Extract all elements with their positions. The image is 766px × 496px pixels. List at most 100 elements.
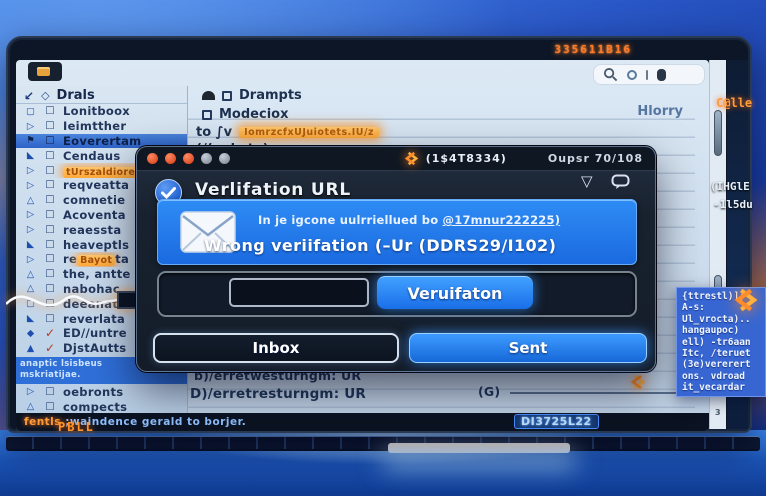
sidebar-item-label: Cendaus (63, 149, 121, 163)
window-control-button[interactable] (219, 153, 230, 164)
sidebar-item-label: compects (63, 400, 127, 414)
drafts-label: Drampts (239, 88, 302, 103)
sidebar-item-label: heaveptls (63, 238, 129, 252)
contact-icon (202, 91, 215, 100)
sidebar-item-checkbox-icon[interactable]: ☐ (44, 165, 56, 177)
g-label: (G) (478, 384, 500, 399)
sidebar-item-checkbox-icon[interactable]: ☐ (44, 401, 56, 413)
sidebar-item-type-icon: ▷ (24, 386, 37, 397)
knot-logo-icon (630, 374, 646, 390)
list-row-to[interactable]: to ∫v IomrzcfxUJuiotets.IU/z (196, 125, 379, 140)
sent-button[interactable]: Sent (409, 333, 647, 363)
sidebar-item-type-icon: ▲ (24, 343, 37, 354)
dialog-titlebar: (1$4T8334) Oupsr 70/108 (137, 147, 655, 171)
window-control-button[interactable] (201, 153, 212, 164)
sidebar-item-label: oebronts (63, 385, 123, 399)
sidebar-item-list-bottom: ▷ ☐ oebronts △ ☐ compects (16, 385, 187, 415)
sidebar-item-type-icon: ◣ (24, 239, 37, 250)
sidebar-item-type-icon: ▷ (24, 180, 37, 191)
sidebar-item-type-icon: ▷ (24, 209, 37, 220)
code-line: (3e)vererert (682, 359, 760, 370)
sidebar-item-checkbox-icon[interactable]: ☐ (44, 224, 56, 236)
list-row-drafts[interactable]: Drampts (202, 88, 302, 103)
code-line: hangaupoc) (682, 325, 760, 336)
message-panel: In je igcone uulrriellued bo @17mnur2222… (157, 199, 637, 265)
address-underlined: @17mnur222225) (443, 213, 561, 227)
sidebar-item-label: comnetie (63, 193, 125, 207)
sidebar-item-checkbox-icon[interactable]: ☐ (44, 135, 56, 147)
code-line: it_vecardar (682, 382, 760, 393)
sidebar-item-checkbox-icon[interactable]: ☐ (44, 150, 56, 162)
sidebar-item-checkbox-icon[interactable]: ☐ (44, 253, 56, 265)
sidebar-item-checkbox-icon[interactable]: ☐ (44, 239, 56, 251)
right-code-white1: (IHGlE (710, 180, 750, 193)
sidebar-item-checkbox-icon[interactable]: ☐ (44, 209, 56, 221)
knot-logo-icon (404, 151, 419, 166)
laptop-keyboard (6, 436, 760, 451)
sidebar-item-checkbox-icon[interactable]: ☐ (44, 105, 56, 117)
sidebar-header[interactable]: ↙ ◇ Drals (16, 88, 187, 104)
sidebar-item-checkbox-icon[interactable]: ☐ (44, 179, 56, 191)
right-code-orange: C@lle (716, 96, 752, 110)
verify-button[interactable]: Veruifaton (377, 276, 533, 309)
sidebar-item-checkbox-icon[interactable]: ✓ (44, 341, 56, 355)
history-label[interactable]: Hlorry (637, 104, 683, 119)
g-underline (510, 392, 686, 394)
ring-icon[interactable] (627, 70, 637, 80)
code-line: Itc, /teruet (682, 348, 760, 359)
diamond-icon: ◇ (41, 89, 49, 102)
status-bar: fentls ;waindence gerald to borjer. DI37… (16, 413, 709, 431)
list-row-modeciox[interactable]: Modeciox (202, 107, 288, 122)
sidebar-item-type-icon: ⚑ (24, 135, 37, 146)
status-text-orange: fentls (24, 416, 61, 428)
sidebar-item-label: Ieimtther (63, 119, 126, 133)
desktop-scene: 335611B16 ↙ ◇ Drals (0, 0, 766, 496)
sidebar-item-type-icon: △ (24, 195, 37, 206)
to-label: to ∫v (196, 125, 232, 140)
inbox-button[interactable]: Inbox (153, 333, 399, 363)
scrollbar-thumb[interactable] (714, 110, 722, 156)
sidebar-item-type-icon: ▷ (24, 254, 37, 265)
sidebar-item-checkbox-icon[interactable]: ☐ (44, 194, 56, 206)
sidebar-item-type-icon: ▷ (24, 224, 37, 235)
highlighted-address[interactable]: IomrzcfxUJuiotets.IU/z (239, 127, 379, 138)
verification-input[interactable] (229, 278, 369, 307)
dropdown-triangle-icon[interactable]: ▽ (581, 174, 593, 189)
search-icon[interactable] (603, 67, 618, 82)
sidebar-item-label: Lonitboox (63, 104, 130, 118)
window-tab[interactable] (28, 62, 62, 81)
sidebar-item-checkbox-icon[interactable]: ☐ (44, 386, 56, 398)
folder-icon (37, 67, 50, 76)
sidebar-item[interactable]: ▷ ☐ oebronts (16, 385, 187, 400)
sidebar-item[interactable]: ▷ ☐ Ieimtther (16, 119, 187, 134)
sidebar-item-label: reaessta (63, 223, 121, 237)
bezel-glow-code: 335611B16 (554, 43, 632, 56)
chat-bubble-icon[interactable] (611, 174, 630, 190)
glow-wire (6, 270, 140, 330)
message-line1: In je igcone uulrriellued bo @17mnur2222… (258, 213, 560, 227)
sidebar-item-type-icon: ▢ (24, 106, 37, 117)
sidebar-item[interactable]: △ ☐ compects (16, 399, 187, 414)
checkbox-icon[interactable] (202, 110, 212, 120)
sidebar-item-checkbox-icon[interactable]: ☐ (44, 120, 56, 132)
sidebar-item-label: DjstAutts (63, 341, 126, 355)
inbox-arrow-icon: ↙ (24, 89, 34, 103)
window-minimize-button[interactable] (165, 153, 176, 164)
profile-pill-icon[interactable] (657, 69, 666, 81)
window-zoom-button[interactable] (183, 153, 194, 164)
pbll-glow-label: PBLL (58, 420, 95, 434)
sidebar-item[interactable]: ▢ ☐ Lonitboox (16, 104, 187, 119)
window-close-button[interactable] (147, 153, 158, 164)
sidebar-item-label: reqveatta (63, 178, 129, 192)
checkbox-icon[interactable] (222, 91, 232, 101)
sidebar-header-label: Drals (57, 88, 95, 103)
sidebar-item-label: Eoverertam (63, 134, 141, 148)
titlebar-right-group: (1$4T8334) Oupsr 70/108 (404, 151, 655, 166)
divider-icon (646, 70, 648, 80)
message-line2: Wrong veriifation (–Ur (DDRS29/I102) (204, 236, 556, 255)
titlebar-number: (1$4T8334) (426, 152, 507, 165)
titlebar-clock: Oupsr 70/108 (548, 152, 643, 165)
dialog-title: Verlifation URL (195, 180, 351, 200)
below-dialog-line2: D)/erretresturngm: UR (190, 386, 366, 402)
laptop-hinge-notch (388, 443, 570, 453)
